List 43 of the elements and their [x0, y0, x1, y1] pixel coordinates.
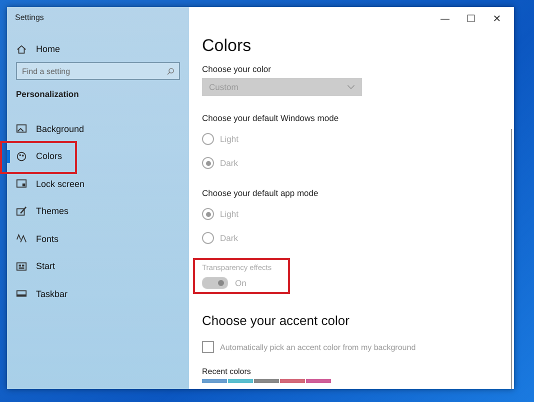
- page-title: Colors: [202, 36, 252, 56]
- lock-screen-icon: [16, 178, 27, 190]
- radio-button[interactable]: [202, 157, 214, 169]
- nav-item[interactable]: Taskbar: [7, 280, 189, 308]
- close-button[interactable]: ✕: [484, 10, 510, 29]
- checkbox-label: Automatically pick an accent color from my background: [220, 342, 416, 352]
- nav-item[interactable]: Lock screen: [7, 170, 189, 198]
- search-icon: [166, 67, 175, 76]
- home-link[interactable]: Home: [7, 41, 189, 57]
- minimize-button[interactable]: —: [432, 10, 458, 29]
- setting-label: Recent colors: [202, 367, 251, 376]
- nav-item[interactable]: Start: [7, 252, 189, 280]
- setting-label: Choose your default Windows mode: [202, 113, 339, 123]
- radio-button[interactable]: [202, 232, 214, 244]
- color-swatch[interactable]: [254, 379, 279, 383]
- radio-button[interactable]: [202, 208, 214, 220]
- nav-item[interactable]: Background: [7, 115, 189, 142]
- maximize-button[interactable]: ☐: [458, 10, 484, 29]
- section-heading: Personalization: [15, 88, 80, 101]
- setting-label: Choose your default app mode: [202, 188, 318, 198]
- palette-icon: [16, 150, 27, 162]
- picture-icon: [16, 123, 27, 134]
- start-icon: [16, 260, 27, 272]
- nav-item[interactable]: Colors: [7, 142, 189, 170]
- radio-button[interactable]: [202, 133, 214, 145]
- taskbar-icon: [16, 288, 27, 300]
- checkbox[interactable]: [202, 341, 214, 353]
- home-icon: [16, 44, 27, 54]
- section-heading: Choose your accent color: [202, 313, 350, 328]
- color-swatch[interactable]: [228, 379, 253, 383]
- color-swatch[interactable]: [306, 379, 331, 383]
- color-swatch[interactable]: [280, 379, 305, 383]
- brush-icon: [16, 206, 27, 217]
- font-icon: [16, 233, 27, 244]
- chevron-icon: [346, 82, 356, 92]
- nav-item[interactable]: Fonts: [7, 225, 189, 252]
- window-title: Settings: [14, 12, 45, 24]
- search-field[interactable]: Find a setting: [16, 62, 180, 80]
- setting-label: Choose your color: [202, 64, 271, 74]
- nav-item[interactable]: Themes: [7, 198, 189, 225]
- scrollbar[interactable]: [511, 129, 512, 389]
- toggle-state: On: [235, 278, 246, 288]
- color-swatch[interactable]: [202, 379, 227, 383]
